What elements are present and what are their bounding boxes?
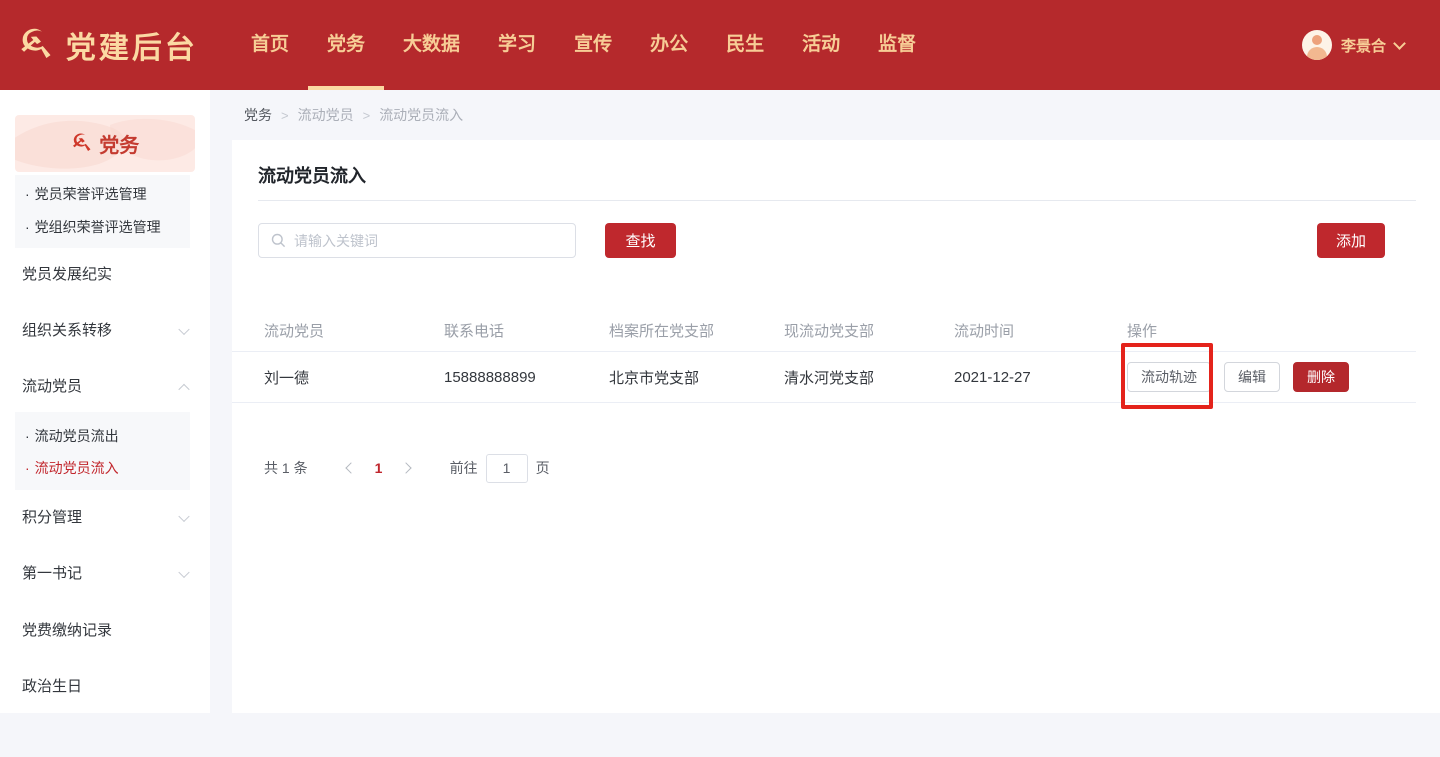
nav-supervision[interactable]: 监督 [859,0,935,90]
delete-button[interactable]: 删除 [1293,362,1349,392]
nav-office[interactable]: 办公 [631,0,707,90]
column-header: 流动党员 [264,320,444,341]
party-emblem-icon: ☭ [71,132,93,156]
nav-party-affairs[interactable]: 党务 [308,0,384,90]
column-header: 现流动党支部 [784,320,954,341]
main-nav: 首页 党务 大数据 学习 宣传 办公 民生 活动 监督 [232,0,935,90]
prev-page-button[interactable] [336,454,364,482]
search-icon [271,233,286,248]
goto-label: 前往 [450,458,478,478]
sidebar-item-org-transfer[interactable]: 组织关系转移 [0,314,210,347]
column-header: 档案所在党支部 [609,320,784,341]
breadcrumb-item[interactable]: 党务 [244,105,272,125]
cell-phone: 15888888899 [444,369,609,386]
user-menu[interactable]: 李景合 [1302,0,1404,90]
edit-button[interactable]: 编辑 [1224,362,1280,392]
party-emblem-icon: ☭ [18,25,54,65]
sidebar-item-label: 流动党员流出 [35,428,119,444]
sidebar-banner-title: 党务 [99,129,139,158]
content-card: 流动党员流入 查找 添加 流动党员 联系电话 档案所在党支部 现流动党支部 流动… [232,140,1440,713]
sidebar-item-fee-records[interactable]: 党费缴纳记录 [0,614,210,647]
next-page-button[interactable] [394,454,422,482]
nav-activity[interactable]: 活动 [783,0,859,90]
nav-home[interactable]: 首页 [232,0,308,90]
sidebar-banner: ☭ 党务 [15,115,195,172]
sidebar-item-label: 流动党员 [22,378,82,395]
table-row: 刘一德 15888888899 北京市党支部 清水河党支部 2021-12-27… [232,352,1416,403]
breadcrumb: 党务 > 流动党员 > 流动党员流入 [210,90,1440,140]
sidebar-item-label: 积分管理 [22,509,82,526]
top-header: ☭ 党建后台 首页 党务 大数据 学习 宣传 办公 民生 活动 监督 李景合 [0,0,1440,90]
search-button[interactable]: 查找 [605,223,676,258]
sidebar-item-label: 党员发展纪实 [22,266,112,283]
current-page[interactable]: 1 [364,460,394,476]
cell-archive-branch: 北京市党支部 [609,367,784,388]
pagination-total: 共 1 条 [264,458,308,478]
sidebar-item-mobile-members[interactable]: 流动党员 [0,370,210,403]
goto-page-input[interactable] [486,454,528,483]
breadcrumb-separator: > [281,108,289,123]
user-avatar-icon [1302,30,1332,60]
sidebar-item-political-birthday[interactable]: 政治生日 [0,670,210,703]
sidebar-item-label: 党员荣誉评选管理 [35,186,147,202]
row-actions: 流动轨迹 编辑 删除 [1127,362,1416,392]
sidebar-item-label: 政治生日 [22,678,82,695]
sidebar-item-label: 组织关系转移 [22,322,112,339]
column-header: 操作 [1127,320,1416,341]
page-title: 流动党员流入 [258,162,366,188]
sidebar-item-mobile-outflow[interactable]: ·流动党员流出 [0,420,210,453]
chevron-down-icon [1393,37,1406,50]
sidebar-item-points[interactable]: 积分管理 [0,501,210,534]
chevron-down-icon [178,566,189,577]
column-header: 流动时间 [954,320,1127,341]
app-logo: ☭ 党建后台 [0,0,232,90]
sidebar-item-mobile-inflow[interactable]: ·流动党员流入 [0,452,210,485]
search-box [258,223,576,258]
chevron-left-icon [345,462,356,473]
divider [258,200,1416,201]
user-name: 李景合 [1341,35,1386,56]
sidebar-item-member-honor[interactable]: ·党员荣誉评选管理 [0,178,210,211]
app-title: 党建后台 [66,23,198,67]
column-header: 联系电话 [444,320,609,341]
search-input[interactable] [294,233,575,249]
add-button[interactable]: 添加 [1317,223,1385,258]
breadcrumb-item: 流动党员流入 [379,105,463,125]
sidebar-item-label: 党费缴纳记录 [22,622,112,639]
nav-study[interactable]: 学习 [479,0,555,90]
breadcrumb-item[interactable]: 流动党员 [298,105,354,125]
breadcrumb-separator: > [363,108,371,123]
sidebar-item-label: 党组织荣誉评选管理 [35,219,161,235]
pagination: 共 1 条 1 前往 页 [264,453,550,483]
trajectory-button[interactable]: 流动轨迹 [1127,362,1211,392]
table-header: 流动党员 联系电话 档案所在党支部 现流动党支部 流动时间 操作 [232,310,1416,352]
page-unit-label: 页 [536,458,550,478]
nav-publicity[interactable]: 宣传 [555,0,631,90]
cell-member-name: 刘一德 [264,367,444,388]
cell-current-branch: 清水河党支部 [784,367,954,388]
sidebar-item-label: 第一书记 [22,565,82,582]
sidebar-item-first-secretary[interactable]: 第一书记 [0,557,210,590]
cell-date: 2021-12-27 [954,369,1127,386]
nav-big-data[interactable]: 大数据 [384,0,479,90]
chevron-up-icon [178,383,189,394]
nav-livelihood[interactable]: 民生 [707,0,783,90]
chevron-down-icon [178,323,189,334]
sidebar-item-org-honor[interactable]: ·党组织荣誉评选管理 [0,211,210,244]
chevron-right-icon [400,462,411,473]
chevron-down-icon [178,510,189,521]
sidebar-item-member-development[interactable]: 党员发展纪实 [0,258,210,291]
sidebar-item-label: 流动党员流入 [35,460,119,476]
sidebar: ☭ 党务 ·党员荣誉评选管理 ·党组织荣誉评选管理 党员发展纪实 组织关系转移 … [0,90,210,713]
